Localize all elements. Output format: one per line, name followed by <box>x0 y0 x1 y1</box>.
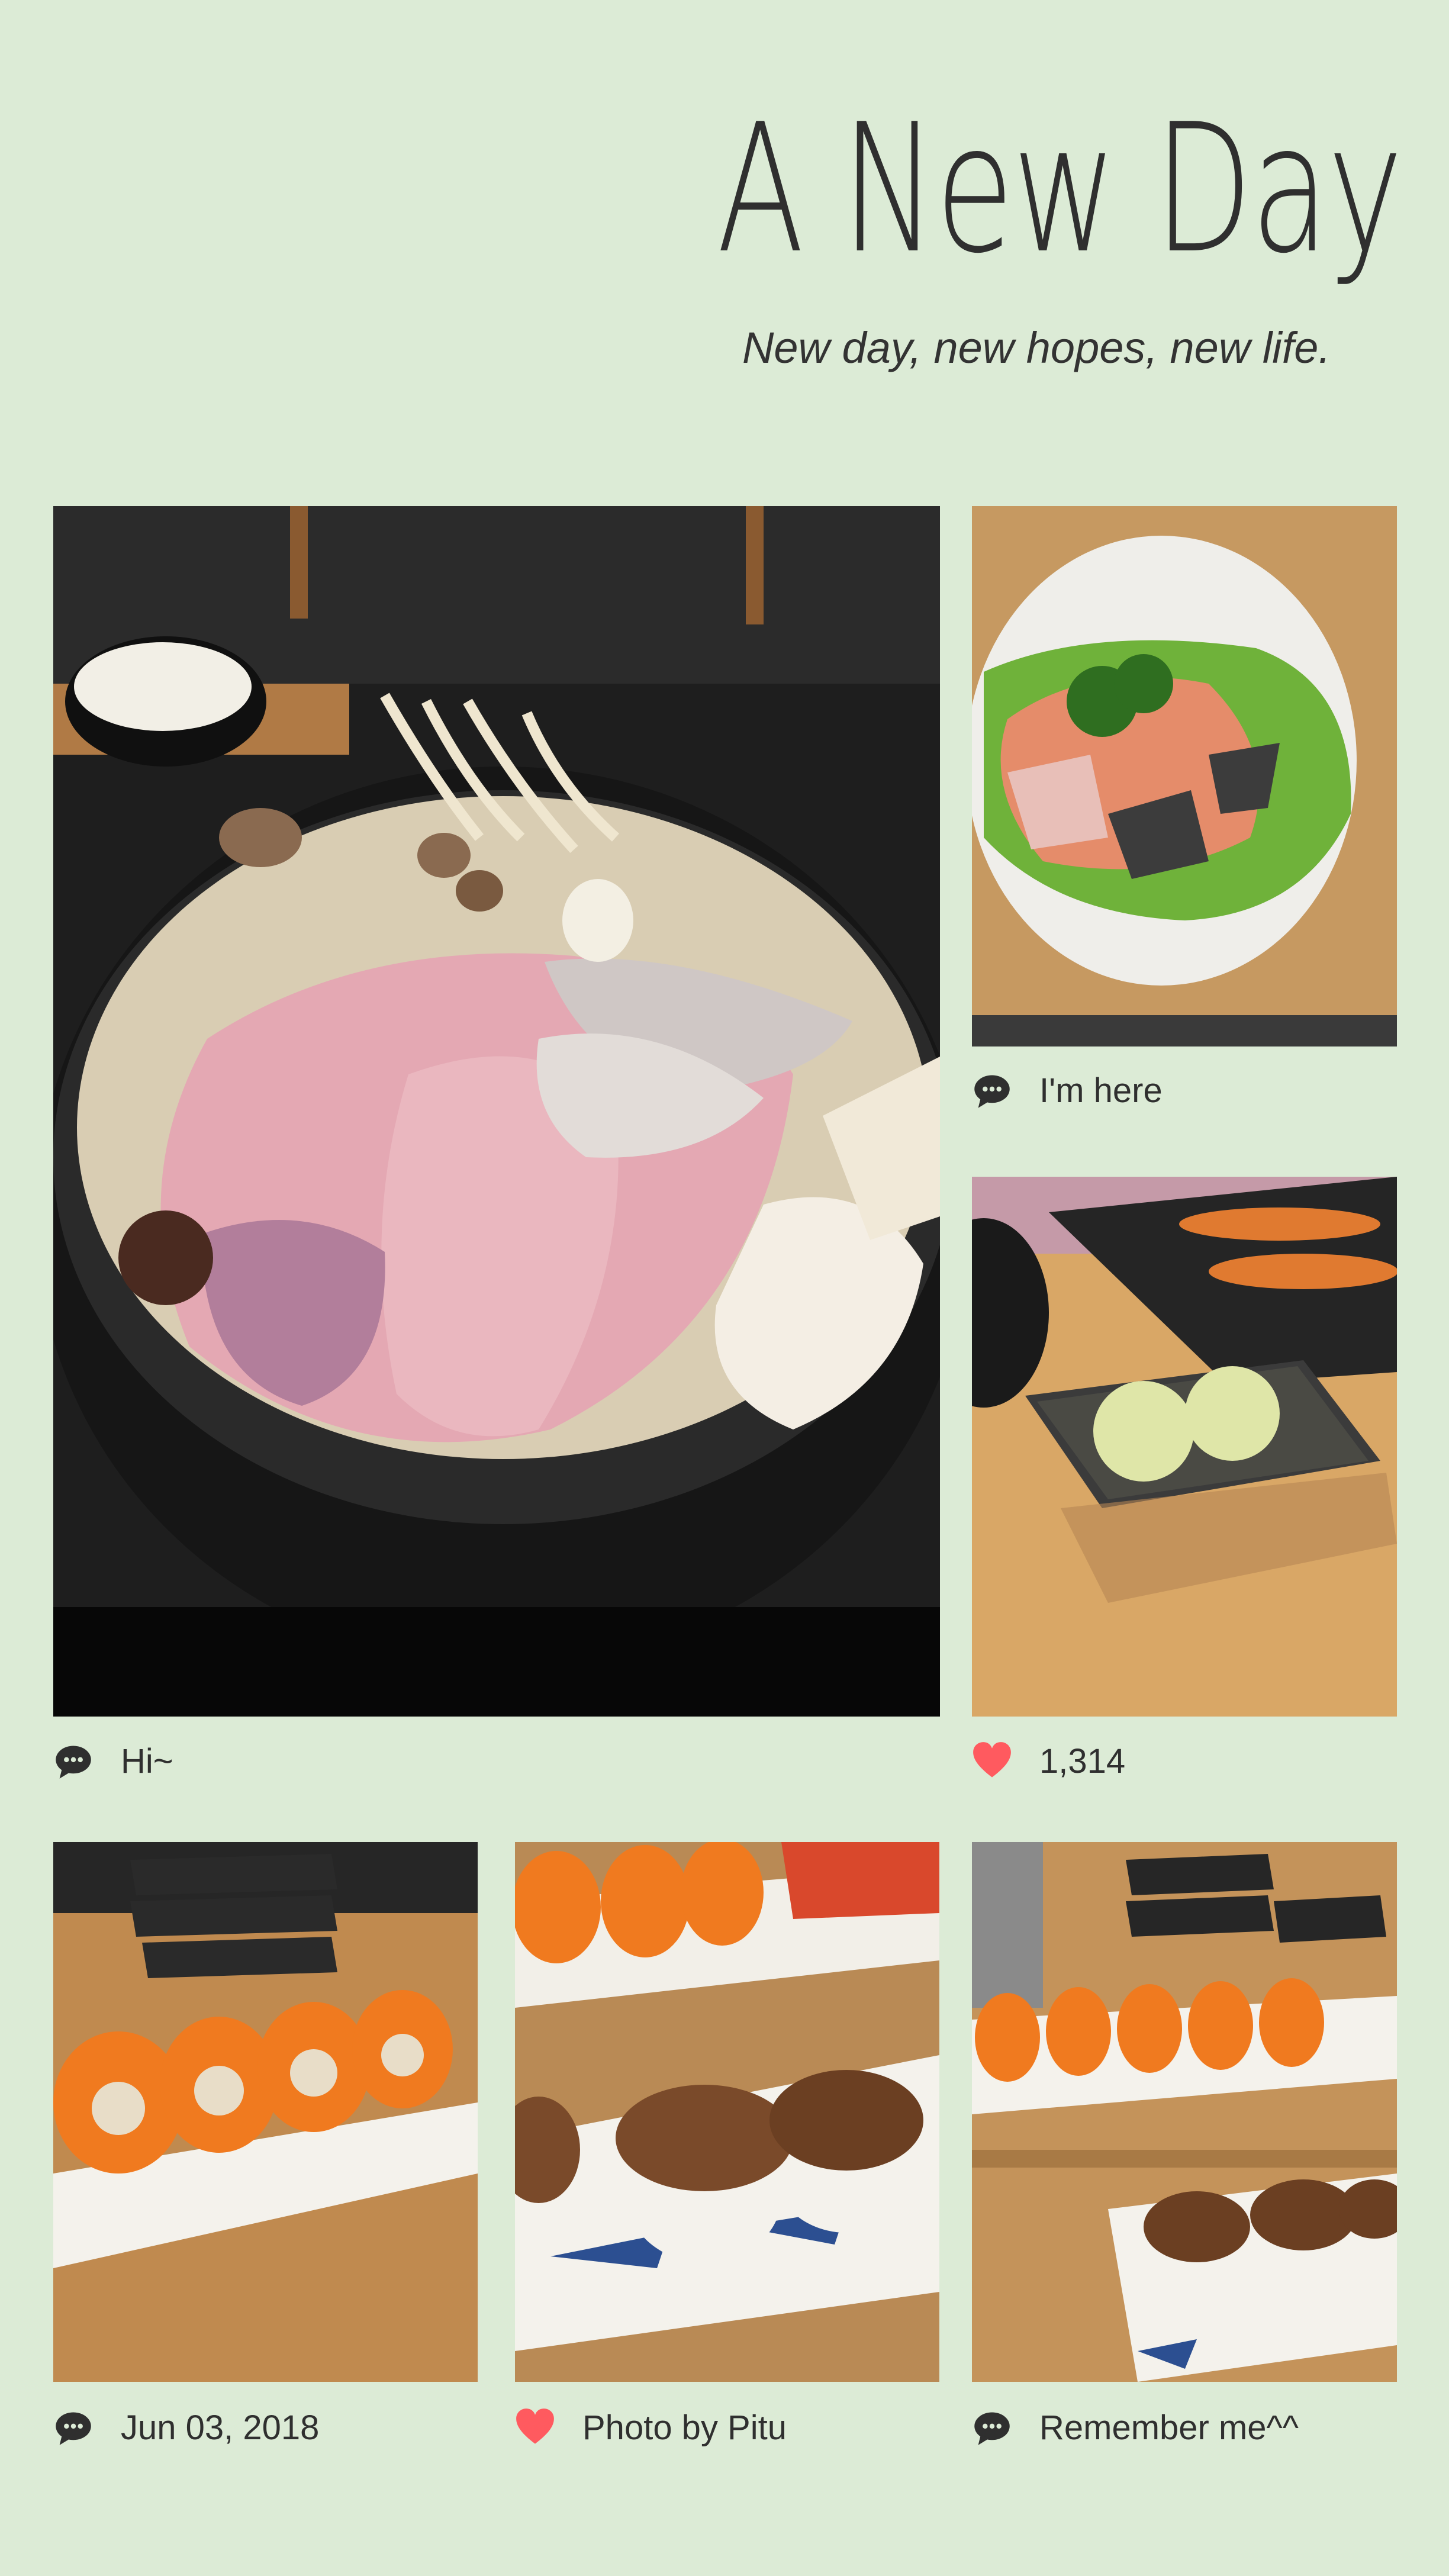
wasabi-image <box>972 1177 1397 1717</box>
comment-icon[interactable] <box>53 1741 94 1781</box>
caption-text: Photo by Pitu <box>582 2408 787 2447</box>
photo-tobiko-rolls[interactable] <box>53 1842 478 2382</box>
salmon-image <box>972 506 1397 1046</box>
hotpot-image <box>53 506 940 1717</box>
photo-wasabi[interactable] <box>972 1177 1397 1717</box>
caption-row: Remember me^^ <box>972 2401 1299 2454</box>
comment-icon[interactable] <box>972 1070 1012 1110</box>
photo-eel-sushi[interactable] <box>515 1842 939 2382</box>
photo-sushi-platters[interactable] <box>972 1842 1397 2382</box>
caption-row: Photo by Pitu <box>515 2401 787 2454</box>
blog-subtitle: New day, new hopes, new life. <box>742 323 1331 372</box>
comment-icon[interactable] <box>53 2407 94 2448</box>
caption-text: Jun 03, 2018 <box>121 2408 320 2447</box>
caption-row: I'm here <box>972 1064 1163 1117</box>
sushi-platters-image <box>972 1842 1397 2382</box>
caption-row: Hi~ <box>53 1734 173 1788</box>
comment-icon[interactable] <box>972 2407 1012 2448</box>
tobiko-rolls-image <box>53 1842 478 2382</box>
caption-row: Jun 03, 2018 <box>53 2401 319 2454</box>
caption-text: I'm here <box>1039 1071 1163 1110</box>
caption-row: 1,314 <box>972 1734 1125 1788</box>
heart-icon[interactable] <box>515 2407 555 2448</box>
heart-icon[interactable] <box>972 1741 1012 1781</box>
caption-text: 1,314 <box>1039 1741 1126 1780</box>
blog-title: A New Day <box>717 86 1403 292</box>
photo-hotpot[interactable] <box>53 506 940 1717</box>
caption-text: Remember me^^ <box>1039 2408 1299 2447</box>
caption-text: Hi~ <box>121 1741 173 1780</box>
photo-salmon[interactable] <box>972 506 1397 1046</box>
eel-sushi-image <box>515 1842 939 2382</box>
